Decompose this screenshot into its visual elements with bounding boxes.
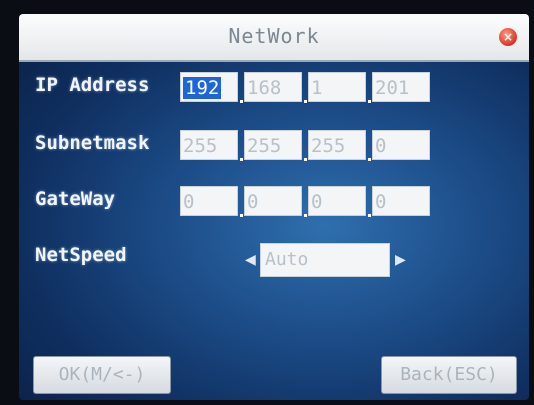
netspeed-select[interactable]: Auto [260,243,390,277]
octet-separator [368,100,371,103]
octet-separator [304,158,307,161]
gateway-octet-2[interactable]: 0 [244,186,302,216]
network-screen: NetWork × IP Address 192 168 1 201 Subne… [19,14,529,400]
octet-separator [304,214,307,217]
octet-separator [240,100,243,103]
octet-separator [368,158,371,161]
gateway-octet-4[interactable]: 0 [372,186,430,216]
back-button[interactable]: Back(ESC) [381,356,517,394]
gateway-label: GateWay [35,188,116,210]
device-bezel: NetWork × IP Address 192 168 1 201 Subne… [0,0,534,405]
close-icon[interactable]: × [499,28,517,46]
title-bar: NetWork × [19,14,529,62]
octet-separator [368,214,371,217]
ip-octet-2[interactable]: 168 [244,72,302,102]
octet-separator [240,158,243,161]
ip-octet-3[interactable]: 1 [308,72,366,102]
gateway-octet-3[interactable]: 0 [308,186,366,216]
ip-octet-1-value: 192 [183,77,222,99]
arrow-right-icon[interactable]: ▶ [395,252,406,268]
ip-octet-1[interactable]: 192 [180,72,238,102]
subnet-octet-1[interactable]: 255 [180,130,238,160]
subnetmask-label: Subnetmask [35,132,150,154]
subnet-octet-4[interactable]: 0 [372,130,430,160]
netspeed-label: NetSpeed [35,244,127,266]
octet-separator [240,214,243,217]
ip-octet-4[interactable]: 201 [372,72,430,102]
subnet-octet-3[interactable]: 255 [308,130,366,160]
ip-address-label: IP Address [35,74,150,96]
subnet-octet-2[interactable]: 255 [244,130,302,160]
ok-button[interactable]: OK(M/<-) [33,356,171,394]
octet-separator [304,100,307,103]
gateway-octet-1[interactable]: 0 [180,186,238,216]
window-title: NetWork [228,24,320,48]
arrow-left-icon[interactable]: ◀ [245,252,256,268]
